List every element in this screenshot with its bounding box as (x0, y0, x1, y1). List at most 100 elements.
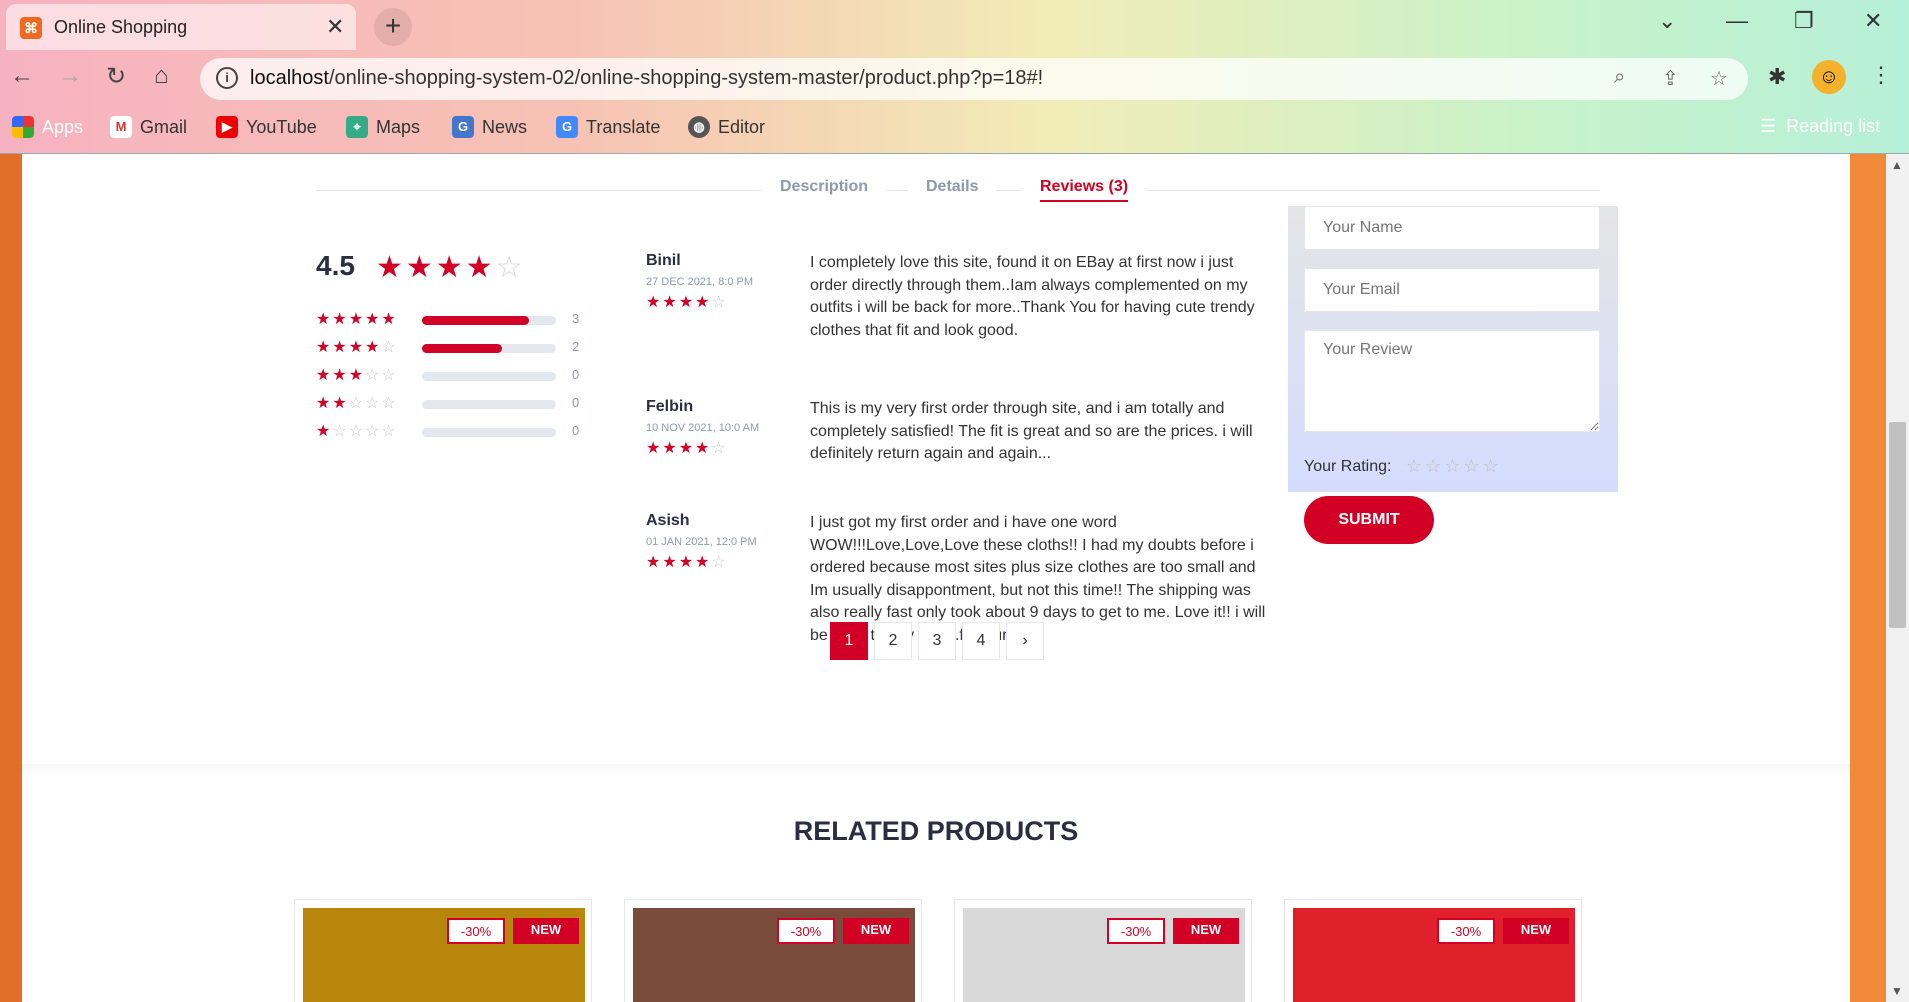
reviewer-name: Binil (646, 252, 681, 269)
bookmark-star-icon[interactable]: ☆ (1710, 66, 1728, 91)
scroll-up-icon[interactable]: ▲ (1891, 158, 1903, 172)
menu-icon[interactable]: ⋮ (1870, 62, 1892, 88)
rating-row: ★★★★★ 3 (316, 311, 596, 330)
tab-description[interactable]: Description (762, 178, 887, 196)
new-badge: NEW (513, 918, 579, 944)
rating-bar (422, 316, 556, 325)
bookmark-youtube[interactable]: ▶ YouTube (216, 116, 317, 138)
review-textarea[interactable] (1304, 330, 1600, 432)
share-icon[interactable]: ⇪ (1662, 66, 1679, 91)
review-text: This is my very first order through site… (810, 400, 1253, 462)
url-text: localhost/online-shopping-system-02/onli… (250, 67, 1044, 89)
page-background-left (0, 154, 22, 1002)
average-rating: 4.5 (316, 250, 355, 281)
bookmark-editor[interactable]: ◍ Editor (688, 116, 765, 138)
product-card[interactable]: -30% NEW (624, 899, 922, 1002)
next-page-button[interactable]: › (1006, 622, 1044, 660)
rating-row-stars: ★★☆☆☆ (316, 395, 398, 412)
tab-details[interactable]: Details (908, 178, 997, 196)
tab-search-icon[interactable]: ⌄ (1658, 8, 1676, 34)
new-badge: NEW (1173, 918, 1239, 944)
scrollbar-thumb[interactable] (1889, 422, 1906, 628)
review-stars: ★★★★☆ (646, 440, 728, 457)
tab-reviews[interactable]: Reviews (3) (1022, 178, 1147, 202)
rating-bar (422, 344, 556, 353)
product-card[interactable]: -30% NEW (954, 899, 1252, 1002)
rating-row-stars: ★★★★★ (316, 311, 398, 328)
news-icon: G (452, 116, 474, 138)
reviewer-name: Asish (646, 512, 690, 529)
rating-count: 3 (572, 311, 580, 326)
rating-row: ★★★☆☆ 0 (316, 367, 596, 386)
new-badge: NEW (1503, 918, 1569, 944)
rating-row: ★★★★☆ 2 (316, 339, 596, 358)
email-field[interactable] (1304, 268, 1600, 312)
bookmark-maps[interactable]: ⌖ Maps (346, 116, 420, 138)
close-tab-icon[interactable]: ✕ (326, 14, 344, 40)
home-icon[interactable]: ⌂ (154, 62, 169, 90)
reviewer-name: Felbin (646, 398, 694, 415)
bookmark-news[interactable]: G News (452, 116, 527, 138)
new-tab-button[interactable]: + (374, 8, 412, 46)
sale-badge: -30% (447, 918, 505, 944)
bookmark-apps[interactable]: Apps (12, 116, 83, 138)
reload-icon[interactable]: ↻ (106, 62, 126, 91)
extensions-icon[interactable]: ✱ (1768, 64, 1786, 90)
rating-row: ★☆☆☆☆ 0 (316, 423, 596, 442)
page-button[interactable]: 3 (918, 622, 956, 660)
address-bar[interactable]: i localhost/online-shopping-system-02/on… (200, 58, 1748, 100)
profile-avatar[interactable]: ☺ (1812, 60, 1846, 94)
xampp-favicon-icon: ⌘ (20, 17, 42, 39)
page-viewport: ▲ ▼ Description Details Reviews (3) 4.5 … (0, 154, 1909, 1002)
scroll-down-icon[interactable]: ▼ (1891, 984, 1903, 998)
gmail-icon: M (110, 116, 132, 138)
tab-bar: ⌘ Online Shopping ✕ + ⌄ — ❐ ✕ (0, 0, 1909, 50)
back-icon[interactable]: ← (10, 62, 34, 90)
average-stars: ★★★★☆ (376, 251, 526, 284)
page-background-right (1850, 154, 1886, 1002)
rating-bar (422, 372, 556, 381)
tab-title: Online Shopping (54, 17, 188, 37)
rating-row: ★★☆☆☆ 0 (316, 395, 596, 414)
bookmark-translate[interactable]: G Translate (556, 116, 660, 138)
review-form: Your Rating: ☆☆☆☆☆ SUBMIT (1288, 206, 1618, 544)
sale-badge: -30% (1107, 918, 1165, 944)
rating-row-stars: ★☆☆☆☆ (316, 423, 398, 440)
maps-icon: ⌖ (346, 116, 368, 138)
youtube-icon: ▶ (216, 116, 238, 138)
sale-badge: -30% (1437, 918, 1495, 944)
rating-count: 0 (572, 367, 580, 382)
bookmark-gmail[interactable]: M Gmail (110, 116, 187, 138)
name-field[interactable] (1304, 206, 1600, 250)
rating-input-stars[interactable]: ☆☆☆☆☆ (1406, 456, 1502, 477)
translate-icon: G (556, 116, 578, 138)
site-info-icon[interactable]: i (216, 67, 238, 89)
submit-button[interactable]: SUBMIT (1304, 496, 1434, 544)
page-button[interactable]: 2 (874, 622, 912, 660)
rating-bar (422, 400, 556, 409)
restore-icon[interactable]: ❐ (1794, 8, 1814, 34)
product-card[interactable]: -30% NEW (294, 899, 592, 1002)
close-window-icon[interactable]: ✕ (1864, 8, 1882, 34)
rating-row-stars: ★★★★☆ (316, 339, 398, 356)
reading-list[interactable]: ☰ Reading list (1760, 116, 1880, 137)
zoom-icon[interactable]: ⌕ (1614, 66, 1625, 89)
review-date: 10 NOV 2021, 10:0 AM (646, 422, 760, 434)
rating-bar-fill (422, 344, 503, 353)
rating-count: 2 (572, 339, 580, 354)
forward-icon[interactable]: → (58, 62, 82, 90)
page-button[interactable]: 4 (962, 622, 1000, 660)
page-button[interactable]: 1 (830, 622, 868, 660)
editor-globe-icon: ◍ (688, 116, 710, 138)
minimize-icon[interactable]: — (1726, 8, 1748, 34)
review-stars: ★★★★☆ (646, 554, 728, 571)
rating-count: 0 (572, 395, 580, 410)
browser-tab[interactable]: ⌘ Online Shopping ✕ (6, 4, 356, 50)
related-products-title: RELATED PRODUCTS (793, 816, 1079, 846)
review-date: 01 JAN 2021, 12:0 PM (646, 536, 757, 548)
product-card[interactable]: -30% NEW (1284, 899, 1582, 1002)
toolbar: ← → ↻ ⌂ i localhost/online-shopping-syst… (0, 52, 1909, 102)
review-stars: ★★★★☆ (646, 294, 728, 311)
main-content: Description Details Reviews (3) 4.5 ★★★★… (22, 154, 1850, 1002)
browser-chrome: ⌘ Online Shopping ✕ + ⌄ — ❐ ✕ ← → ↻ ⌂ i … (0, 0, 1909, 154)
